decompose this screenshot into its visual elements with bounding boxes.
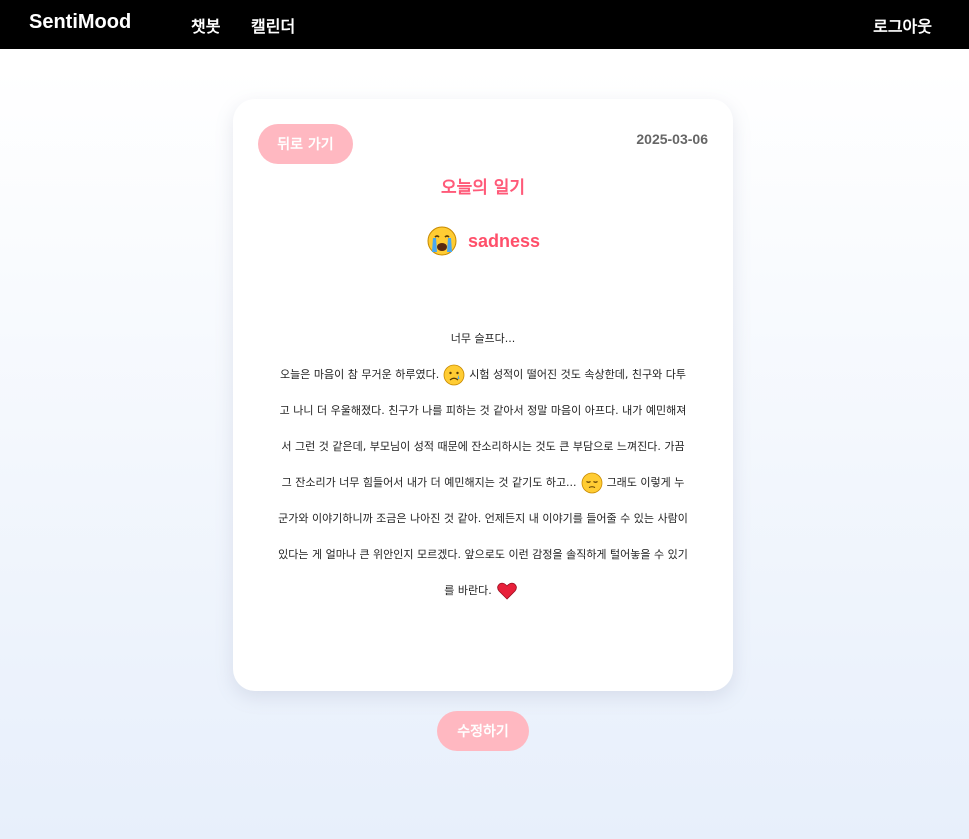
sad-face-icon: [443, 364, 465, 386]
diary-title: 오늘의 일기: [440, 178, 526, 198]
diary-card: 뒤로 가기 2025-03-06 오늘의 일기 sadness 너무 슬프다..…: [233, 99, 733, 691]
pensive-face-icon: [581, 472, 603, 494]
diary-content: 너무 슬프다... 오늘은 마음이 참 무거운 하루였다. 시험 성적이 떨어진 …: [277, 321, 689, 609]
nav-calendar-link[interactable]: 캘린더: [251, 13, 295, 37]
emotion-indicator: sadness: [233, 225, 733, 257]
back-button[interactable]: 뒤로 가기: [258, 124, 353, 164]
content-paragraph: 오늘은 마음이 참 무거운 하루였다.: [280, 368, 440, 381]
content-line: 너무 슬프다...: [450, 332, 516, 345]
edit-button[interactable]: 수정하기: [437, 711, 529, 751]
heart-icon: [496, 580, 518, 602]
navbar: SentiMood 챗봇 캘린더 로그아웃: [0, 0, 969, 49]
logout-link[interactable]: 로그아웃: [873, 13, 932, 37]
diary-date: 2025-03-06: [636, 131, 708, 147]
content-paragraph: 그래도 이렇게 누군가와 이야기하니까 조금은 나아진 것 같아. 언제든지 내…: [278, 476, 688, 597]
nav-chatbot-link[interactable]: 챗봇: [191, 13, 220, 37]
crying-face-icon: [426, 225, 458, 257]
content-paragraph: 시험 성적이 떨어진 것도 속상한데, 친구와 다투고 나니 더 우울해졌다. …: [279, 368, 687, 489]
brand-logo[interactable]: SentiMood: [29, 11, 131, 34]
emotion-label: sadness: [467, 230, 541, 251]
